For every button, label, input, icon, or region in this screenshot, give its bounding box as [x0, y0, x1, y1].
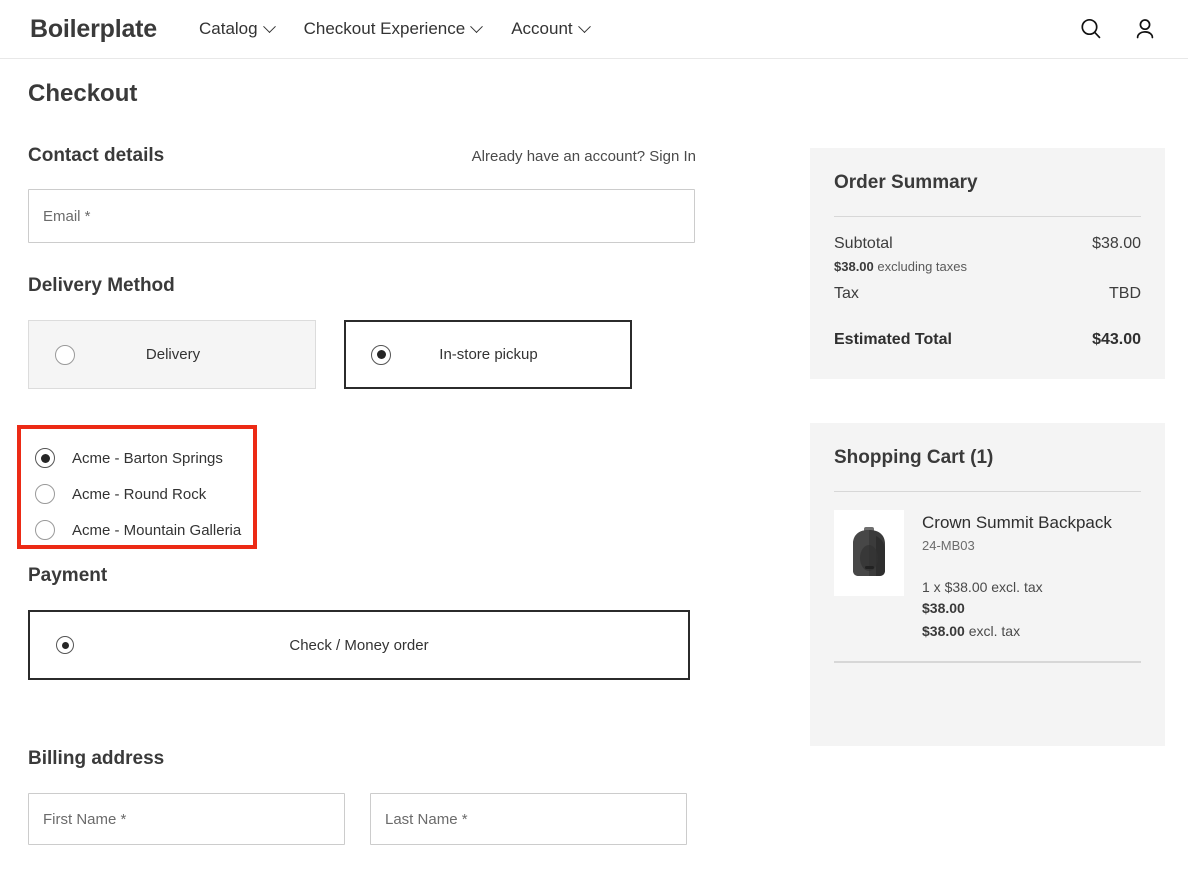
chevron-down-icon: [263, 20, 276, 33]
estimated-total-row: Estimated Total $43.00: [834, 331, 1141, 379]
radio-mountain-galleria[interactable]: [35, 520, 55, 540]
payment-title: Payment: [28, 565, 696, 587]
sign-in-link[interactable]: Already have an account? Sign In: [472, 148, 696, 165]
delivery-options: Delivery In-store pickup: [28, 320, 696, 389]
header-actions: [1078, 16, 1158, 42]
nav-label-catalog: Catalog: [199, 19, 258, 39]
delivery-method-title: Delivery Method: [28, 275, 696, 297]
cart-item-info: Crown Summit Backpack 24-MB03 1 x $38.00…: [922, 510, 1112, 639]
nav-item-catalog[interactable]: Catalog: [199, 19, 274, 39]
checkout-form-column: Contact details Already have an account?…: [28, 145, 696, 389]
cart-item-row-total-note: excl. tax: [969, 623, 1020, 639]
subtotal-note: $38.00 excluding taxes: [834, 259, 1141, 274]
order-summary-title: Order Summary: [834, 172, 1141, 194]
store-option-barton-springs[interactable]: Acme - Barton Springs: [35, 440, 253, 476]
site-header: Boilerplate Catalog Checkout Experience …: [0, 0, 1188, 59]
contact-details-section: Contact details Already have an account?…: [28, 145, 696, 243]
page-title: Checkout: [28, 80, 137, 108]
shopping-cart-title: Shopping Cart (1): [834, 447, 1141, 469]
email-field[interactable]: [28, 189, 695, 243]
contact-details-title: Contact details: [28, 145, 164, 167]
divider: [834, 491, 1141, 492]
cart-item-row-total-amount: $38.00: [922, 623, 965, 639]
tax-value: TBD: [1109, 285, 1141, 303]
shopping-cart-panel: Shopping Cart (1) Crown Summit Backpack: [810, 423, 1165, 746]
divider: [834, 216, 1141, 217]
radio-round-rock[interactable]: [35, 484, 55, 504]
cart-line-item: Crown Summit Backpack 24-MB03 1 x $38.00…: [834, 510, 1141, 639]
store-location-highlight-box: Acme - Barton Springs Acme - Round Rock …: [17, 425, 257, 549]
in-store-pickup-option-label: In-store pickup: [391, 346, 630, 363]
estimated-total-value: $43.00: [1092, 331, 1141, 349]
delivery-option-label: Delivery: [75, 346, 315, 363]
cart-item-qty-line: 1 x $38.00 excl. tax: [922, 579, 1112, 595]
nav-item-checkout-experience[interactable]: Checkout Experience: [304, 19, 482, 39]
order-summary-panel: Order Summary Subtotal $38.00 $38.00 exc…: [810, 148, 1165, 379]
radio-delivery[interactable]: [55, 345, 75, 365]
subtotal-value: $38.00: [1092, 235, 1141, 253]
tax-row: Tax TBD: [834, 285, 1141, 303]
search-icon[interactable]: [1078, 16, 1104, 42]
store-label-mountain-galleria: Acme - Mountain Galleria: [72, 522, 241, 539]
subtotal-label: Subtotal: [834, 235, 893, 253]
store-option-mountain-galleria[interactable]: Acme - Mountain Galleria: [35, 512, 253, 548]
store-option-round-rock[interactable]: Acme - Round Rock: [35, 476, 253, 512]
divider: [834, 661, 1141, 663]
store-label-round-rock: Acme - Round Rock: [72, 486, 206, 503]
billing-address-section: Billing address: [28, 748, 696, 845]
cart-item-price: $38.00: [922, 600, 1112, 616]
estimated-total-label: Estimated Total: [834, 331, 952, 349]
delivery-method-section: Delivery Method Delivery In-store pickup: [28, 275, 696, 389]
radio-barton-springs[interactable]: [35, 448, 55, 468]
user-account-icon[interactable]: [1132, 16, 1158, 42]
last-name-field[interactable]: [370, 793, 687, 845]
nav-label-account: Account: [511, 19, 572, 39]
billing-name-row: [28, 793, 696, 845]
nav-label-checkout-experience: Checkout Experience: [304, 19, 466, 39]
delivery-option-delivery[interactable]: Delivery: [28, 320, 316, 389]
tax-label: Tax: [834, 285, 859, 303]
chevron-down-icon: [470, 20, 483, 33]
product-thumbnail[interactable]: [834, 510, 904, 596]
brand-logo[interactable]: Boilerplate: [30, 15, 157, 44]
backpack-image: [841, 522, 897, 584]
contact-details-header: Contact details Already have an account?…: [28, 145, 696, 167]
payment-option-label: Check / Money order: [74, 637, 688, 654]
checkout-page: Boilerplate Catalog Checkout Experience …: [0, 0, 1188, 874]
store-location-radio-group: Acme - Barton Springs Acme - Round Rock …: [21, 429, 253, 548]
payment-option-check-money-order[interactable]: Check / Money order: [28, 610, 690, 680]
order-sidebar: Order Summary Subtotal $38.00 $38.00 exc…: [810, 148, 1165, 746]
cart-item-sku: 24-MB03: [922, 538, 1112, 553]
chevron-down-icon: [578, 20, 591, 33]
radio-in-store-pickup[interactable]: [371, 345, 391, 365]
billing-address-title: Billing address: [28, 748, 696, 770]
subtotal-row: Subtotal $38.00: [834, 235, 1141, 253]
cart-item-name[interactable]: Crown Summit Backpack: [922, 512, 1112, 533]
radio-check-money-order[interactable]: [56, 636, 74, 654]
first-name-field[interactable]: [28, 793, 345, 845]
subtotal-note-text: excluding taxes: [877, 259, 967, 274]
delivery-option-in-store-pickup[interactable]: In-store pickup: [344, 320, 632, 389]
store-label-barton-springs: Acme - Barton Springs: [72, 450, 223, 467]
cart-item-row-total: $38.00 excl. tax: [922, 623, 1112, 639]
nav-item-account[interactable]: Account: [511, 19, 588, 39]
main-nav: Catalog Checkout Experience Account: [199, 19, 589, 39]
subtotal-note-amount: $38.00: [834, 259, 874, 274]
payment-section: Payment Check / Money order: [28, 565, 696, 680]
